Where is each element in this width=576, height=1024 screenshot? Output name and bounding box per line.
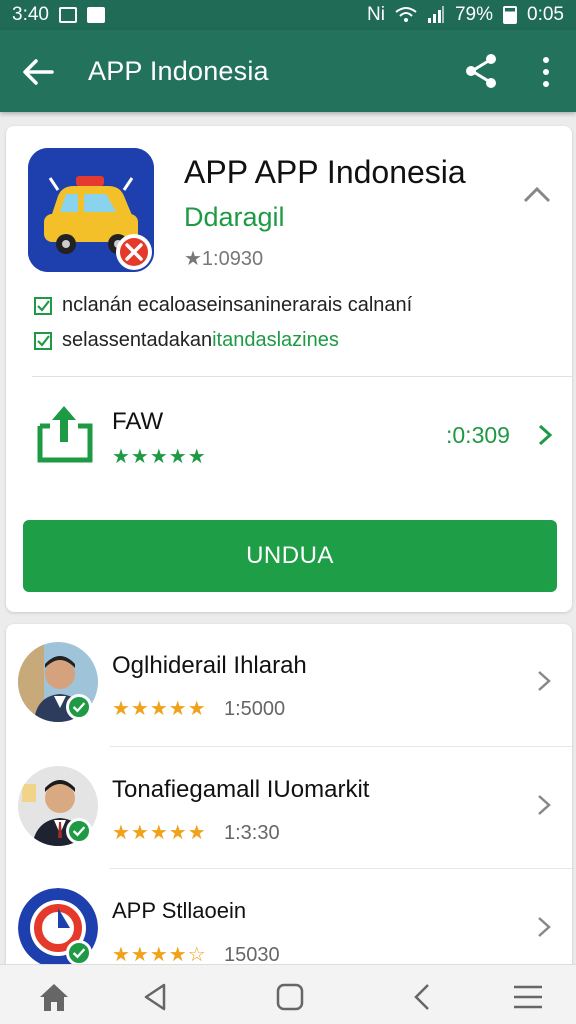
permission-row-2[interactable]: selassentadakan itandaslazines [34, 329, 339, 352]
permission-highlight-2: itandaslazines [212, 329, 339, 351]
verified-badge-icon [66, 694, 92, 720]
taxi-car-icon [28, 148, 154, 272]
permission-text-2: selassentadakan [62, 329, 213, 351]
list-item[interactable]: Oglhiderail Ihlarah ★★★★★ 1:5000 [6, 624, 572, 746]
divider [110, 868, 572, 869]
checkbox-icon[interactable] [34, 331, 52, 350]
menu-icon[interactable] [510, 981, 546, 1013]
status-time: 3:40 [12, 4, 49, 25]
app-rating: ★1:0930 [184, 248, 264, 270]
permission-row-1[interactable]: nclanán ecaloaseinsaninerarais calnaní [34, 294, 412, 317]
list-item-stars: ★★★★★ [112, 822, 207, 844]
app-developer[interactable]: Ddaragil [184, 202, 285, 233]
chevron-up-icon[interactable] [520, 182, 554, 208]
upload-box-icon [37, 406, 93, 463]
gallery-icon [86, 7, 105, 23]
list-item-count: 1:5000 [224, 698, 286, 720]
chevron-left-icon[interactable] [404, 981, 440, 1013]
app-detail-card: APP APP Indonesia Ddaragil ★1:0930 nclan… [6, 126, 572, 612]
feature-value[interactable]: :0:309 [446, 422, 510, 449]
list-item[interactable]: Tonafiegamall IUomarkit ★★★★★ 1:3:30 [6, 748, 572, 870]
list-item-title: Oglhiderail Ihlarah [112, 652, 307, 679]
page-title: APP Indonesia [88, 56, 269, 86]
feature-title: FAW [112, 408, 164, 435]
chevron-right-icon[interactable] [536, 668, 552, 694]
screenshot-icon [58, 7, 77, 23]
square-icon[interactable] [272, 981, 308, 1013]
back-triangle-icon[interactable] [138, 981, 174, 1013]
feature-stars: ★★★★★ [112, 446, 207, 468]
home-icon[interactable] [36, 981, 72, 1013]
related-list-card: Oglhiderail Ihlarah ★★★★★ 1:5000 Tonafie… [6, 624, 572, 1004]
app-bar: APP Indonesia [0, 30, 576, 112]
share-icon[interactable] [462, 52, 500, 90]
chevron-right-icon[interactable] [536, 792, 552, 818]
divider [110, 746, 572, 747]
checkbox-icon[interactable] [34, 296, 52, 315]
back-arrow-icon[interactable] [20, 54, 56, 90]
verified-badge-icon [66, 818, 92, 844]
download-button[interactable]: UNDUA [23, 520, 557, 592]
chevron-right-icon[interactable] [536, 422, 554, 448]
list-item-count: 1:3:30 [224, 822, 280, 844]
status-left: 3:40 [12, 4, 105, 26]
system-nav-bar [0, 964, 576, 1024]
list-item-title: Tonafiegamall IUomarkit [112, 776, 370, 803]
divider [32, 376, 572, 377]
more-vert-icon[interactable] [534, 54, 558, 90]
battery-percent: 79% [454, 4, 494, 25]
wifi-icon [395, 7, 417, 22]
battery-icon [503, 6, 518, 24]
app-icon [28, 148, 154, 272]
verified-badge-icon [66, 940, 92, 966]
cell-signal-icon [427, 6, 444, 23]
app-name: APP APP Indonesia [184, 154, 466, 190]
status-time-right: 0:05 [527, 4, 564, 25]
status-right: Ni 79% 0:05 [367, 4, 564, 26]
chevron-right-icon[interactable] [536, 914, 552, 940]
list-item-stars: ★★★★★ [112, 698, 207, 720]
permission-text-1: nclanán ecaloaseinsaninerarais calnaní [62, 294, 413, 316]
list-item-title: APP Stllaoein [112, 898, 247, 923]
status-bar: 3:40 Ni 79% 0:05 [0, 0, 576, 30]
nfc-text: Ni [367, 4, 385, 25]
